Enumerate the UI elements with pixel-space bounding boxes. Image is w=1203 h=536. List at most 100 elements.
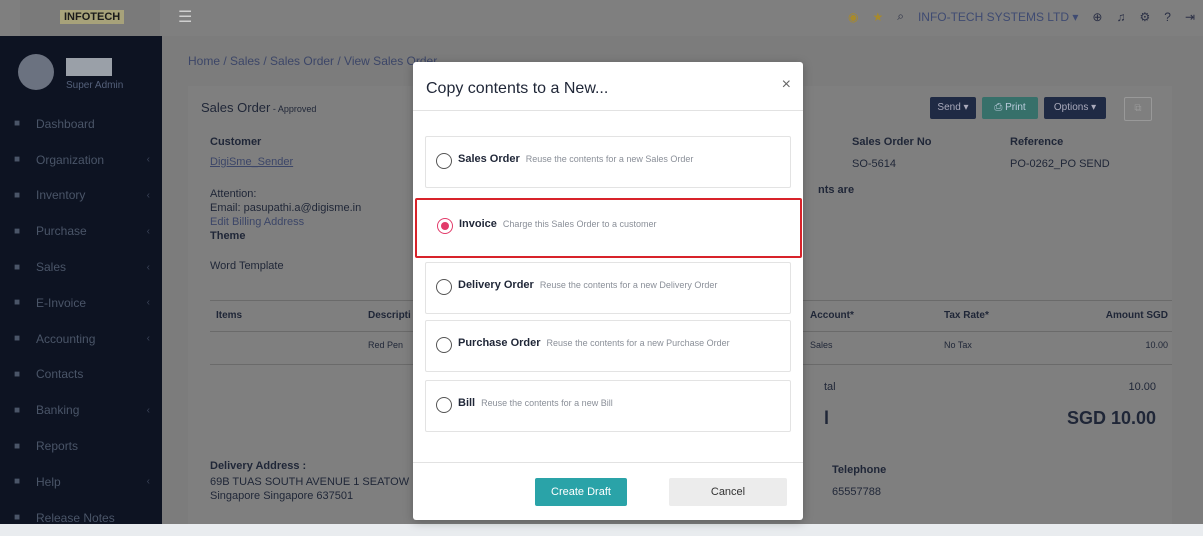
sidebar-item-contacts[interactable]: ■ Contacts [0,357,162,393]
notification-bell-icon[interactable]: ♫ [1116,10,1125,24]
sidebar-item-label: Release Notes [36,510,115,525]
option-label: Delivery Order Reuse the contents for a n… [458,279,717,291]
sidebar-item-help[interactable]: ■ Help ‹ [0,464,162,500]
contacts-icon: ■ [14,368,21,380]
col-items: Items [216,310,243,321]
option-label: Bill Reuse the contents for a new Bill [458,397,613,409]
accounting-icon: ■ [14,333,21,345]
username-redacted [66,58,112,76]
print-button[interactable]: ⎙ Print [982,97,1038,119]
avatar[interactable] [18,54,54,90]
sidebar-item-e-invoice[interactable]: ■ E-Invoice ‹ [0,285,162,321]
sidebar-item-sales[interactable]: ■ Sales ‹ [0,249,162,285]
sidebar-item-accounting[interactable]: ■ Accounting ‹ [0,321,162,357]
option-description: Reuse the contents for a new Purchase Or… [546,338,730,348]
logout-icon[interactable]: ⇥ [1185,10,1195,24]
logo-text: INFOTECH [60,10,125,24]
radio-button[interactable] [436,279,452,295]
customer-link[interactable]: DigiSme_Sender [210,156,293,168]
subtotal-label: tal [824,381,836,393]
sidebar-item-label: E-Invoice [36,295,87,310]
row-amount: 10.00 [1145,340,1168,350]
banking-icon: ■ [14,404,21,416]
reference-label: Reference [1010,136,1064,148]
breadcrumb: Home / Sales / Sales Order / View Sales … [188,54,438,68]
option-invoice[interactable]: Invoice Charge this Sales Order to a cust… [415,198,802,258]
col-account: Account* [810,310,854,321]
sidebar-item-organization[interactable]: ■ Organization ‹ [0,142,162,178]
options-button[interactable]: Options ▾ [1044,97,1106,119]
user-panel: Super Admin [0,36,162,106]
menu-toggle-icon[interactable]: ☰ [178,7,192,27]
globe-icon[interactable]: ⊕ [1092,10,1102,24]
copy-icon[interactable]: ⧉ [1124,97,1152,121]
sidebar-item-inventory[interactable]: ■ Inventory ‹ [0,178,162,214]
radio-button[interactable] [436,153,452,169]
amounts-are-label: nts are [818,184,855,196]
sidebar-item-release-notes[interactable]: ■ Release Notes [0,500,162,536]
sidebar-menu: ■ Dashboard ■ Organization ‹ ■ Inventory ‹ ■ Purc… [0,106,162,536]
sidebar-item-label: Inventory [36,188,86,203]
purchase-icon: ■ [14,225,21,237]
edit-billing-link[interactable]: Edit Billing Address [210,216,304,228]
company-selector[interactable]: INFO-TECH SYSTEMS LTD ▾ [918,10,1078,24]
sidebar-item-label: Sales [36,260,67,275]
theme-label: Theme [210,230,246,242]
radio-button[interactable] [437,218,453,234]
sidebar-item-label: Contacts [36,367,84,382]
chevron-left-icon: ‹ [146,225,150,237]
send-button[interactable]: Send ▾ [930,97,976,119]
option-purchase-order[interactable]: Purchase Order Reuse the contents for a n… [425,320,791,372]
attention-label: Attention: [210,188,257,200]
option-name: Purchase Order [458,337,541,349]
sidebar-item-reports[interactable]: ■ Reports [0,428,162,464]
so-no-value: SO-5614 [852,158,897,170]
sidebar-item-dashboard[interactable]: ■ Dashboard [0,106,162,142]
option-name: Bill [458,397,476,409]
sidebar-item-label: Banking [36,403,80,418]
sidebar: Super Admin ■ Dashboard ■ Organization ‹ ■ Inv… [0,36,162,525]
radio-button[interactable] [436,397,452,413]
cancel-button[interactable]: Cancel [669,478,787,506]
row-description: Red Pen [368,340,404,350]
option-name: Sales Order [458,153,520,165]
delivery-line2: Singapore Singapore 637501 [210,490,354,502]
create-draft-button[interactable]: Create Draft [535,478,627,506]
search-icon[interactable]: ⌕ [897,9,904,24]
sidebar-item-banking[interactable]: ■ Banking ‹ [0,392,162,428]
option-delivery-order[interactable]: Delivery Order Reuse the contents for a n… [425,262,791,314]
col-tax-rate: Tax Rate* [944,310,989,321]
sidebar-item-label: Dashboard [36,116,95,131]
modal-title: Copy contents to a New... [426,80,609,97]
top-right-tools: ◉ ★ ⌕ INFO-TECH SYSTEMS LTD ▾ ⊕ ♫ ⚙ ? ⇥ [848,9,1195,24]
option-description: Reuse the contents for a new Delivery Or… [539,280,718,290]
telephone-value: 65557788 [832,486,881,498]
gear-icon[interactable]: ⚙ [1139,10,1150,24]
close-icon[interactable]: × [782,76,791,94]
chevron-left-icon: ‹ [146,189,150,201]
option-label: Invoice Charge this Sales Order to a cust… [459,218,656,230]
delivery-label: Delivery Address : [210,460,307,472]
radio-button[interactable] [436,337,452,353]
email-text: Email: pasupathi.a@digisme.in [210,202,362,214]
chevron-left-icon: ‹ [146,154,150,166]
option-bill[interactable]: Bill Reuse the contents for a new Bill [425,380,791,432]
reports-icon: ■ [14,440,21,452]
option-sales-order[interactable]: Sales Order Reuse the contents for a new … [425,136,791,188]
chevron-left-icon: ‹ [146,261,150,273]
favorite-star-icon[interactable]: ★ [872,10,883,24]
help-circle-icon[interactable]: ? [1164,10,1171,24]
sales-icon: ■ [14,261,21,273]
release-notes-icon: ■ [14,512,21,524]
option-label: Purchase Order Reuse the contents for a n… [458,337,730,349]
sidebar-item-purchase[interactable]: ■ Purchase ‹ [0,213,162,249]
inventory-icon: ■ [14,189,21,201]
status-icon[interactable]: ◉ [848,10,858,24]
row-account: Sales [810,340,833,350]
chevron-left-icon: ‹ [146,476,150,488]
divider [413,462,803,463]
option-description: Reuse the contents for a new Sales Order [525,154,694,164]
sidebar-item-label: Help [36,474,61,489]
so-no-label: Sales Order No [852,136,932,148]
order-status: - Approved [270,104,317,114]
